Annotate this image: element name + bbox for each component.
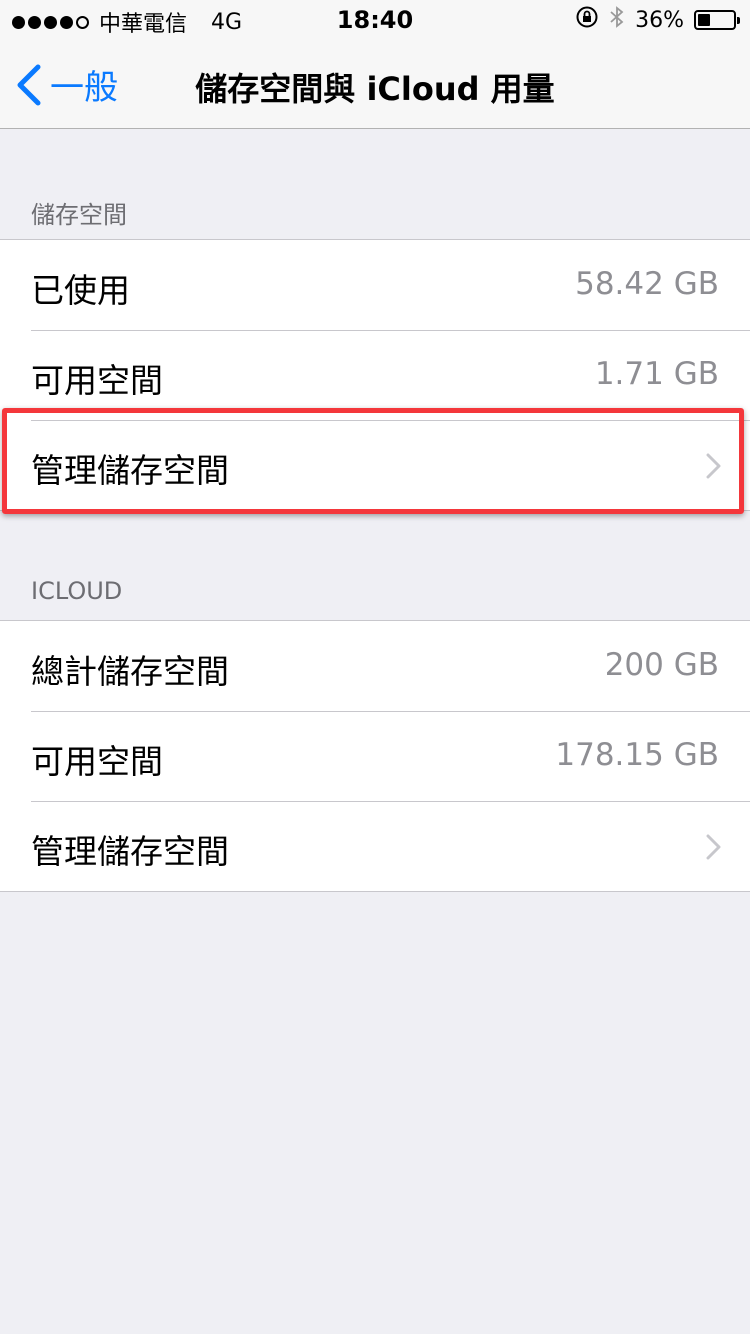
chevron-right-icon (706, 453, 721, 479)
row-value: 178.15 GB (555, 737, 719, 773)
page-title: 儲存空間與 iCloud 用量 (195, 70, 555, 108)
row-manage-icloud-storage[interactable]: 管理儲存空間 (0, 801, 750, 891)
row-value: 200 GB (604, 647, 719, 683)
row-available: 可用空間 1.71 GB (0, 330, 750, 420)
storage-group: 已使用 58.42 GB 可用空間 1.71 GB 管理儲存空間 (0, 239, 750, 511)
battery-icon (694, 10, 740, 30)
row-label: 可用空間 (31, 361, 163, 400)
battery-level (698, 14, 711, 26)
row-available: 可用空間 178.15 GB (0, 711, 750, 801)
row-manage-storage[interactable]: 管理儲存空間 (0, 420, 750, 510)
section-header-storage: 儲存空間 (31, 201, 127, 229)
section-header-icloud: ICLOUD (31, 577, 123, 605)
battery-percent: 36% (635, 7, 684, 33)
row-label: 總計儲存空間 (31, 652, 229, 691)
row-label: 管理儲存空間 (31, 451, 229, 490)
row-label: 管理儲存空間 (31, 832, 229, 871)
orientation-lock-icon (575, 5, 599, 35)
navigation-bar: 一般 儲存空間與 iCloud 用量 (0, 40, 750, 129)
row-label: 可用空間 (31, 742, 163, 781)
status-bar: 中華電信 4G 18:40 36% (0, 0, 750, 40)
row-value: 1.71 GB (594, 356, 719, 392)
chevron-right-icon (706, 834, 721, 860)
row-value: 58.42 GB (575, 266, 719, 302)
row-total-storage: 總計儲存空間 200 GB (0, 621, 750, 711)
bluetooth-icon (609, 5, 625, 35)
icloud-group: 總計儲存空間 200 GB 可用空間 178.15 GB 管理儲存空間 (0, 620, 750, 892)
row-used: 已使用 58.42 GB (0, 240, 750, 330)
row-label: 已使用 (31, 271, 130, 310)
status-right: 36% (575, 5, 740, 35)
